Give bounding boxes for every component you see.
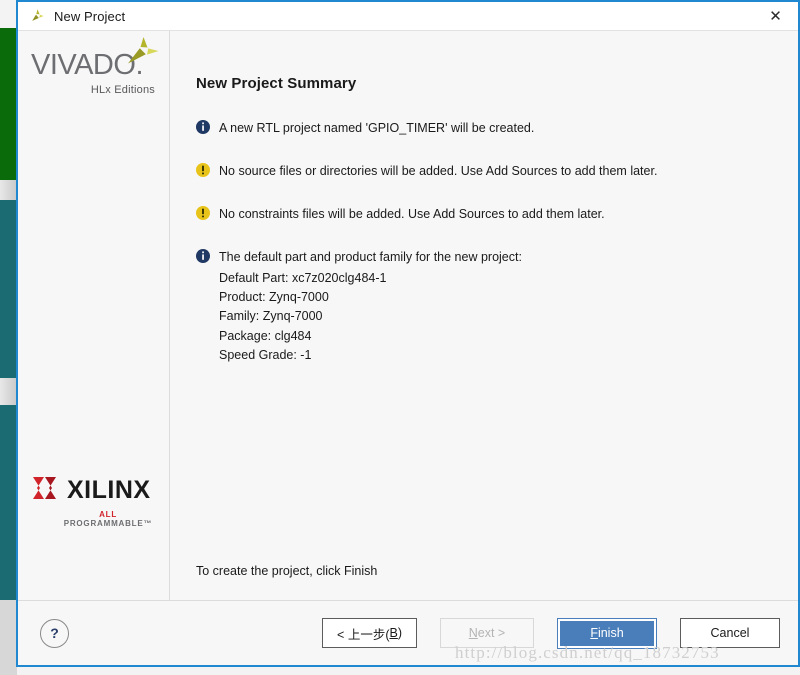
background-window-gray-band (0, 600, 17, 675)
window-title: New Project (54, 8, 126, 24)
vivado-swoosh-icon (126, 36, 160, 71)
xilinx-wordmark: XILINX (67, 476, 151, 504)
detail-line-speed-grade: Speed Grade: -1 (219, 348, 312, 362)
warning-icon (196, 206, 210, 221)
close-button[interactable]: ✕ (753, 2, 798, 30)
finish-hint: To create the project, click Finish (196, 564, 378, 578)
summary-item: No constraints files will be added. Use … (196, 205, 774, 223)
detail-line-default-part: Default Part: xc7z020clg484-1 (219, 270, 387, 285)
vivado-wordmark: VIVADO (31, 49, 136, 81)
title-bar: New Project ✕ (18, 0, 798, 30)
finish-button[interactable]: Finish (557, 617, 657, 649)
new-project-dialog: New Project ✕ VIVADO. HLx Editions XILIN… (16, 0, 800, 667)
detail-line-package: Package: clg484 (219, 328, 312, 343)
cancel-button[interactable]: Cancel (680, 618, 780, 648)
next-button-suffix: ext > (477, 626, 506, 640)
summary-item-text: No source files or directories will be a… (219, 164, 658, 179)
summary-item-text: A new RTL project named 'GPIO_TIMER' wil… (219, 121, 535, 135)
xilinx-mark-icon (32, 475, 60, 506)
part-details-list: Default Part: xc7z020clg484-1 Product: Z… (219, 269, 522, 366)
back-button-accel: B (389, 626, 398, 640)
back-button-suffix: ) (397, 626, 402, 640)
background-window-teal-band-upper (0, 200, 17, 378)
content-pane: New Project Summary A new RTL project na… (170, 31, 798, 600)
back-button-prefix: < 上一步( (337, 627, 390, 642)
background-window-notch-upper (0, 180, 17, 200)
next-button-accel: N (468, 626, 478, 640)
button-bar: ? < 上一步(B) Next > Finish Cancel (18, 600, 798, 665)
close-icon: ✕ (769, 7, 782, 25)
warning-icon (196, 163, 210, 178)
detail-line-product: Product: Zynq-7000 (219, 289, 329, 304)
part-details-intro: The default part and product family for … (219, 250, 522, 265)
sidebar: VIVADO. HLx Editions XILINX ALL PROGRAMM… (18, 31, 170, 600)
background-window-teal-band-lower (0, 405, 17, 600)
question-mark-icon: ? (50, 625, 59, 641)
background-window-notch-lower (0, 378, 17, 405)
summary-item-text: No constraints files will be added. Use … (219, 207, 605, 222)
back-button[interactable]: < 上一步(B) (322, 618, 417, 648)
info-icon (196, 120, 210, 134)
summary-item: A new RTL project named 'GPIO_TIMER' wil… (196, 119, 774, 137)
dialog-body: VIVADO. HLx Editions XILINX ALL PROGRAMM… (18, 30, 798, 600)
vivado-subtitle: HLx Editions (90, 84, 155, 96)
next-button[interactable]: Next > (440, 618, 534, 648)
part-details-item: The default part and product family for … (196, 248, 774, 365)
xilinx-logo: XILINX ALL PROGRAMMABLE™ (32, 475, 162, 528)
summary-item: No source files or directories will be a… (196, 162, 774, 180)
xilinx-tagline: ALL PROGRAMMABLE™ (32, 510, 162, 528)
vivado-logo-icon (27, 7, 45, 25)
xilinx-tagline-accent: ALL (99, 510, 117, 519)
xilinx-tagline-rest: PROGRAMMABLE™ (63, 519, 153, 528)
help-button[interactable]: ? (40, 618, 69, 648)
detail-line-family: Family: Zynq-7000 (219, 309, 323, 324)
page-title: New Project Summary (196, 75, 357, 92)
nav-buttons: < 上一步(B) Next > Finish Cancel (322, 617, 780, 649)
background-window-green-band (0, 28, 17, 180)
info-icon (196, 249, 210, 264)
finish-button-suffix: inish (597, 626, 624, 640)
finish-button-accel: F (590, 626, 598, 640)
vivado-logo: VIVADO. HLx Editions (31, 37, 159, 96)
